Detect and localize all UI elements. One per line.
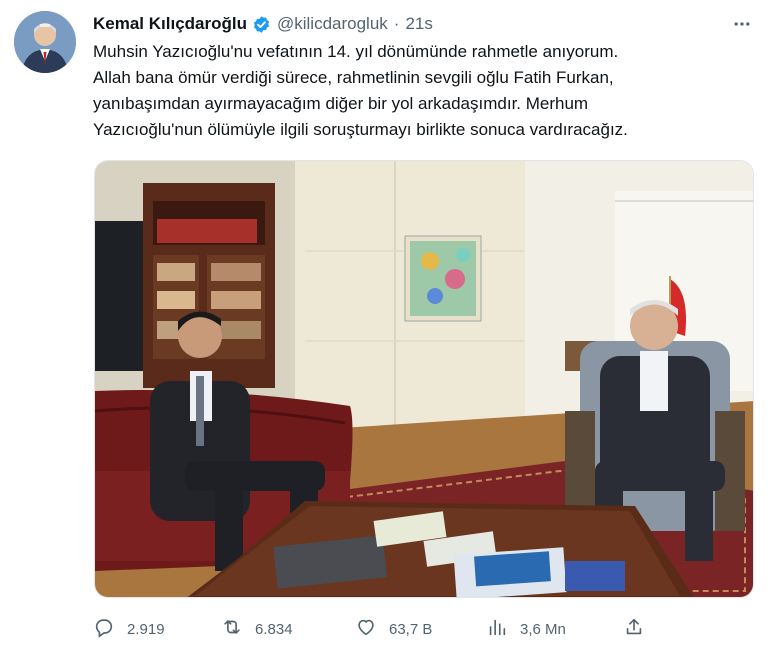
tweet-text-line: Allah bana ömür verdiği sürece, rahmetli… [93,68,614,87]
reply-icon [93,616,115,642]
separator-dot: · [393,14,400,33]
retweet-count: 6.834 [255,620,293,638]
author-handle[interactable]: @kilicdarogluk [277,14,388,34]
heart-icon [355,616,377,642]
share-button[interactable] [623,616,645,642]
views-button[interactable]: 3,6 Mn [486,616,566,642]
like-button[interactable]: 63,7 B [355,616,432,642]
like-count: 63,7 B [389,620,433,638]
author-avatar[interactable] [14,11,76,73]
tweet-photo[interactable] [94,160,754,598]
tweet-header: Kemal Kılıçdaroğlu @kilicdarogluk · 21s [93,13,433,35]
tweet-text-line: Yazıcıoğlu'nun ölümüyle ilgili soruşturm… [93,120,628,139]
views-chart-icon [486,616,508,642]
tweet-actions: 2.919 6.834 63,7 B 3,6 Mn [93,616,653,642]
reply-count: 2.919 [127,620,165,638]
tweet-timestamp[interactable]: 21s [405,14,432,34]
views-count: 3,6 Mn [520,620,566,638]
share-icon [623,616,645,642]
verified-badge-icon [252,15,271,34]
tweet[interactable]: Kemal Kılıçdaroğlu @kilicdarogluk · 21s … [0,0,768,652]
tweet-text: Muhsin Yazıcıoğlu'nu vefatının 14. yıl d… [93,39,753,143]
retweet-icon [221,616,243,642]
tweet-text-line: yanıbaşımdan ayırmayacağım diğer bir yol… [93,94,589,113]
more-horizontal-icon[interactable] [730,12,754,36]
author-name[interactable]: Kemal Kılıçdaroğlu [93,14,247,34]
reply-button[interactable]: 2.919 [93,616,165,642]
tweet-text-line: Muhsin Yazıcıoğlu'nu vefatının 14. yıl d… [93,42,619,61]
retweet-button[interactable]: 6.834 [221,616,293,642]
